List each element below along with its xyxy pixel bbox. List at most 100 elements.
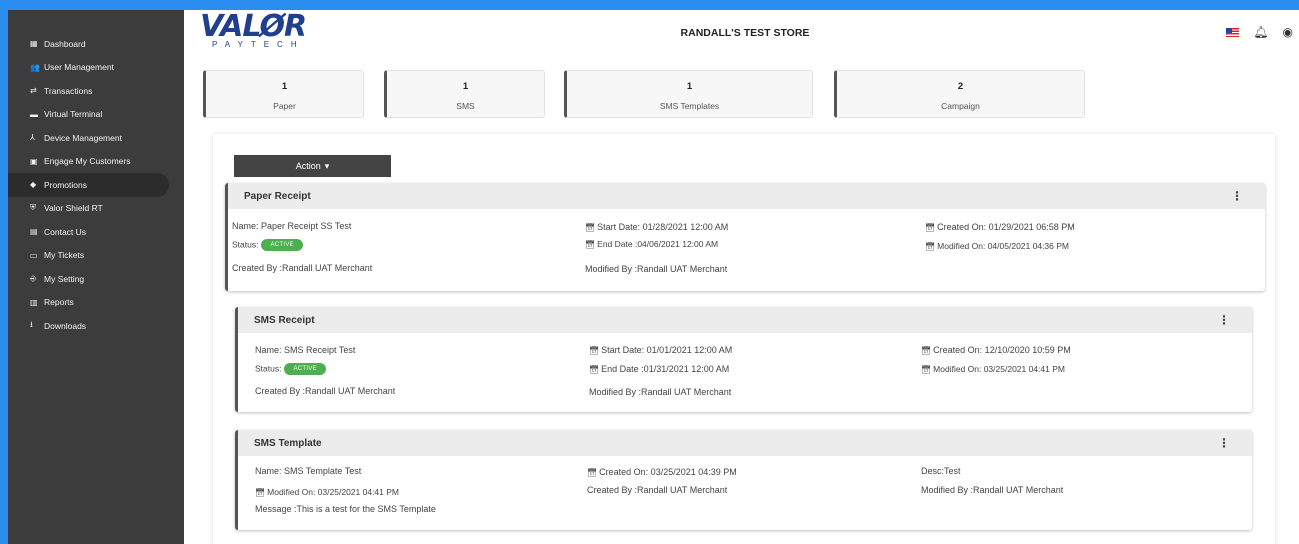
promo-title: Paper Receipt [244, 190, 311, 202]
ticket-icon: ▭ [30, 250, 38, 260]
modified-on-text: Modified On: 03/25/2021 04:41 PM [267, 487, 399, 497]
sidebar-item-label: Contact Us [44, 226, 87, 237]
calendar-icon: 📅︎ [585, 240, 596, 249]
promo-message: Message :This is a test for the SMS Temp… [255, 504, 436, 514]
promo-modified-by: Modified By :Randall UAT Merchant [589, 387, 732, 397]
summary-card-sms[interactable]: 1 SMS [384, 70, 545, 118]
users-icon: 👥 [30, 62, 40, 72]
promo-modified-on: 📅︎ Modified On: 03/25/2021 04:41 PM [255, 487, 399, 497]
contact-icon: ▤ [30, 227, 38, 237]
caret-down-icon: ▾ [324, 160, 330, 171]
promo-end-date: 📅︎ End Date :01/31/2021 12:00 AM [589, 364, 729, 374]
promo-title: SMS Receipt [254, 314, 315, 326]
calendar-icon: 📅︎ [255, 488, 266, 497]
calendar-icon: 📅︎ [589, 365, 600, 374]
sidebar-item-label: User Management [44, 62, 114, 73]
summary-label: SMS Templates [659, 101, 720, 111]
sidebar: ▦ Dashboard 👥 User Management ⇄ Transaction… [8, 10, 184, 544]
sms-receipt-card: SMS Receipt ⋮ Name: SMS Receipt Test Sta… [235, 307, 1252, 412]
bell-icon[interactable]: 🔔︎ [1253, 25, 1268, 39]
promo-created-by: Created By :Randall UAT Merchant [587, 485, 728, 495]
left-accent-bar [0, 10, 8, 544]
sidebar-item-device-management[interactable]: ⅄ Device Management [8, 126, 184, 150]
more-vert-icon[interactable]: ⋮ [1218, 313, 1230, 327]
end-date-text: End Date :01/31/2021 12:00 AM [601, 364, 730, 374]
summary-card-paper[interactable]: 1 Paper [203, 70, 364, 118]
download-icon: ⭳ [30, 319, 33, 329]
summary-card-campaign[interactable]: 2 Campaign [834, 70, 1085, 118]
start-date-text: Start Date: 01/28/2021 12:00 AM [597, 222, 729, 232]
promo-created-on: 📅︎ Created On: 12/10/2020 10:59 PM [921, 345, 1071, 355]
summary-label: Paper [273, 101, 296, 111]
summary-count: 1 [686, 81, 693, 92]
us-flag-icon[interactable] [1226, 27, 1240, 37]
summary-card-sms-templates[interactable]: 1 SMS Templates [564, 70, 813, 118]
sidebar-item-label: Reports [44, 297, 74, 308]
promo-name: Name: SMS Receipt Test [255, 345, 356, 355]
sidebar-item-valor-shield-rt[interactable]: ⛨ Valor Shield RT [8, 197, 184, 221]
sidebar-item-virtual-terminal[interactable]: ▬ Virtual Terminal [8, 103, 184, 127]
created-on-text: Created On: 03/25/2021 04:39 PM [599, 467, 737, 477]
summary-label: SMS [456, 101, 475, 111]
dashboard-icon: ▦ [30, 39, 38, 49]
sidebar-item-promotions[interactable]: ◆ Promotions [8, 173, 169, 197]
sidebar-item-engage-my-customers[interactable]: ▣ Engage My Customers [8, 150, 184, 174]
shield-icon: ⛨ [30, 203, 36, 213]
promo-status: Status: ACTIVE [232, 239, 303, 251]
created-on-text: Created On: 01/29/2021 06:58 PM [937, 222, 1075, 232]
calendar-icon: 📅︎ [925, 223, 936, 232]
sidebar-item-downloads[interactable]: ⭳ Downloads [8, 314, 184, 338]
page-title: RANDALL'S TEST STORE [680, 27, 810, 39]
promo-name: Name: SMS Template Test [255, 466, 362, 476]
sms-template-header: SMS Template ⋮ [238, 430, 1252, 456]
calendar-icon: 📅︎ [925, 242, 936, 251]
paper-receipt-card: Paper Receipt ⋮ Name: Paper Receipt SS T… [225, 183, 1265, 291]
sidebar-item-label: Dashboard [44, 38, 86, 49]
sidebar-item-label: Valor Shield RT [44, 203, 103, 214]
action-dropdown-button[interactable]: Action ▾ [234, 155, 391, 177]
engage-icon: ▣ [30, 156, 38, 166]
created-on-text: Created On: 12/10/2020 10:59 PM [933, 345, 1071, 355]
device-tree-icon: ⅄ [30, 133, 35, 143]
summary-count: 2 [957, 81, 964, 92]
account-icon[interactable]: ◉ [1283, 25, 1293, 39]
transfer-icon: ⇄ [30, 86, 37, 96]
top-accent-bar [0, 0, 1299, 10]
start-date-text: Start Date: 01/01/2021 12:00 AM [601, 345, 733, 355]
sidebar-item-my-tickets[interactable]: ▭ My Tickets [8, 244, 184, 268]
status-label: Status: [255, 363, 282, 374]
promo-created-on: 📅︎ Created On: 03/25/2021 04:39 PM [587, 467, 737, 477]
header-actions: 🔔︎ ◉ [1226, 25, 1293, 39]
sidebar-item-label: Virtual Terminal [44, 109, 103, 120]
sidebar-item-label: My Setting [44, 273, 85, 284]
status-label: Status: [232, 239, 259, 250]
sidebar-item-label: Promotions [44, 179, 87, 190]
status-badge: ACTIVE [261, 239, 303, 251]
status-badge: ACTIVE [284, 363, 326, 375]
sidebar-item-my-setting[interactable]: ⎆ My Setting [8, 267, 184, 291]
promo-created-by: Created By :Randall UAT Merchant [232, 263, 373, 273]
sidebar-item-label: Transactions [44, 85, 93, 96]
sms-receipt-header: SMS Receipt ⋮ [238, 307, 1252, 333]
sidebar-item-reports[interactable]: ▥ Reports [8, 291, 184, 315]
calendar-icon: 📅︎ [921, 365, 932, 374]
promo-description: Desc:Test [921, 466, 961, 476]
summary-count: 1 [281, 81, 288, 92]
promo-status: Status: ACTIVE [255, 363, 326, 375]
promo-modified-by: Modified By :Randall UAT Merchant [585, 264, 728, 274]
sidebar-item-label: Device Management [44, 132, 122, 143]
promo-modified-by: Modified By :Randall UAT Merchant [921, 485, 1064, 495]
report-icon: ▥ [30, 297, 38, 307]
sidebar-item-contact-us[interactable]: ▤ Contact Us [8, 220, 184, 244]
modified-on-text: Modified On: 03/25/2021 04:41 PM [933, 364, 1065, 374]
login-icon: ⎆ [30, 273, 37, 283]
more-vert-icon[interactable]: ⋮ [1218, 436, 1230, 450]
promo-start-date: 📅︎ Start Date: 01/28/2021 12:00 AM [585, 222, 728, 232]
promo-created-on: 📅︎ Created On: 01/29/2021 06:58 PM [925, 222, 1075, 232]
calendar-icon: 📅︎ [587, 468, 598, 477]
end-date-text: End Date :04/06/2021 12:00 AM [597, 239, 719, 249]
sidebar-item-user-management[interactable]: 👥 User Management [8, 56, 184, 80]
sidebar-item-transactions[interactable]: ⇄ Transactions [8, 79, 184, 103]
sms-template-card: SMS Template ⋮ Name: SMS Template Test 📅… [235, 430, 1252, 530]
more-vert-icon[interactable]: ⋮ [1231, 189, 1243, 203]
